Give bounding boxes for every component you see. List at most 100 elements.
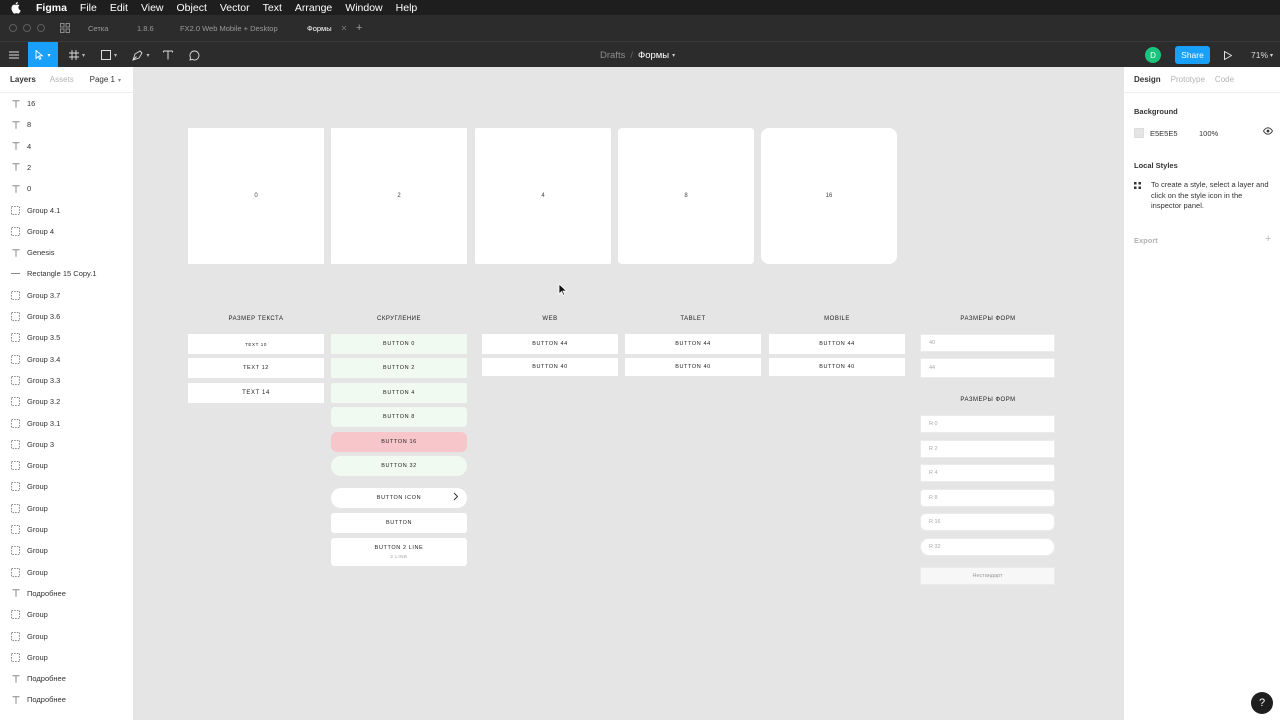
layer-row[interactable]: Group 3 (0, 434, 134, 455)
radius-frame-4[interactable]: 4 (475, 128, 611, 264)
menu-vector[interactable]: Vector (220, 2, 250, 14)
text-tool-button[interactable] (160, 42, 176, 68)
layer-row[interactable]: Group 3.5 (0, 327, 134, 348)
button-radius-0[interactable]: BUTTON 0 (331, 334, 467, 354)
menu-object[interactable]: Object (177, 2, 207, 14)
design-canvas[interactable]: 0 2 4 8 16 РАЗМЕР ТЕКСТА TEXT 10 TEXT 12… (134, 67, 1123, 720)
layer-row[interactable]: Group 3.3 (0, 370, 134, 391)
button-radius-32[interactable]: BUTTON 32 (331, 456, 467, 476)
shape-tool-button[interactable]: ▾ (96, 42, 122, 68)
layer-row[interactable]: Group 4.1 (0, 200, 134, 221)
layer-row[interactable]: Group (0, 626, 134, 647)
breadcrumb-drafts[interactable]: Drafts (600, 50, 625, 61)
menu-app-figma[interactable]: Figma (36, 2, 67, 14)
maximize-window-icon[interactable] (37, 24, 45, 32)
layer-row[interactable]: Group 4 (0, 221, 134, 242)
web-button-40[interactable]: BUTTON 40 (482, 358, 618, 376)
text-sample-14[interactable]: TEXT 14 (188, 383, 324, 403)
tab-formy[interactable]: Формы ✕ (307, 15, 347, 41)
button-plain[interactable]: BUTTON (331, 513, 467, 533)
radius-frame-8[interactable]: 8 (618, 128, 754, 264)
tab-version[interactable]: 1.8.6 (137, 15, 154, 41)
tab-prototype[interactable]: Prototype (1171, 75, 1205, 84)
button-radius-2[interactable]: BUTTON 2 (331, 358, 467, 378)
tab-design[interactable]: Design (1134, 75, 1161, 84)
add-export-icon[interactable]: + (1265, 233, 1271, 245)
form-field-disabled[interactable]: Нестандарт (920, 567, 1055, 585)
layer-row[interactable]: 0 (0, 178, 134, 199)
move-tool-button[interactable]: ▾ (28, 42, 58, 68)
layer-row[interactable]: 16 (0, 93, 134, 114)
tab-setka[interactable]: Сетка (88, 15, 108, 41)
layer-row[interactable]: Group (0, 476, 134, 497)
menu-file[interactable]: File (80, 2, 97, 14)
background-color-swatch[interactable] (1134, 128, 1144, 138)
tablet-button-44[interactable]: BUTTON 44 (625, 334, 761, 354)
layer-row[interactable]: Подробнее (0, 689, 134, 710)
breadcrumb-current-file[interactable]: Формы (638, 50, 669, 61)
form-field-r16[interactable]: R 16 (920, 513, 1055, 531)
help-button[interactable]: ? (1251, 692, 1273, 714)
background-hex-value[interactable]: E5E5E5 (1150, 129, 1178, 138)
layer-row[interactable]: Group (0, 562, 134, 583)
menu-view[interactable]: View (141, 2, 164, 14)
layer-row[interactable]: Rectangle 15 Copy.1 (0, 263, 134, 284)
radius-frame-2[interactable]: 2 (331, 128, 467, 264)
button-radius-4[interactable]: BUTTON 4 (331, 383, 467, 403)
button-radius-8[interactable]: BUTTON 8 (331, 407, 467, 427)
radius-frame-0[interactable]: 0 (188, 128, 324, 264)
layer-row[interactable]: Group (0, 519, 134, 540)
form-field-40[interactable]: 40 (920, 334, 1055, 352)
web-button-44[interactable]: BUTTON 44 (482, 334, 618, 354)
visibility-eye-icon[interactable] (1262, 127, 1274, 137)
menu-text[interactable]: Text (263, 2, 282, 14)
frame-tool-button[interactable]: ▾ (64, 42, 90, 68)
text-sample-10[interactable]: TEXT 10 (188, 334, 324, 354)
button-with-icon[interactable]: BUTTON ICON (331, 488, 467, 508)
radius-frame-16[interactable]: 16 (761, 128, 897, 264)
layer-row[interactable]: Group (0, 498, 134, 519)
zoom-dropdown[interactable]: 71% ▾ (1251, 42, 1273, 68)
form-field-r8[interactable]: R 8 (920, 489, 1055, 507)
form-field-r4[interactable]: R 4 (920, 464, 1055, 482)
layer-row[interactable]: Group 3.4 (0, 349, 134, 370)
layer-row[interactable]: 8 (0, 114, 134, 135)
menu-edit[interactable]: Edit (110, 2, 128, 14)
tab-layers[interactable]: Layers (10, 75, 36, 84)
layer-row[interactable]: Подробнее (0, 668, 134, 689)
layer-row[interactable]: 2 (0, 157, 134, 178)
layer-row[interactable]: 4 (0, 136, 134, 157)
layer-row[interactable]: Group 3.2 (0, 391, 134, 412)
form-field-r0[interactable]: R 0 (920, 415, 1055, 433)
user-avatar[interactable]: D (1145, 47, 1161, 63)
layer-row[interactable]: Group (0, 455, 134, 476)
pen-tool-button[interactable]: ▾ (128, 42, 154, 68)
layer-row[interactable]: Group (0, 647, 134, 668)
form-field-r2[interactable]: R 2 (920, 440, 1055, 458)
menu-arrange[interactable]: Arrange (295, 2, 332, 14)
add-tab-icon[interactable]: + (356, 15, 362, 41)
minimize-window-icon[interactable] (23, 24, 31, 32)
mobile-button-44[interactable]: BUTTON 44 (769, 334, 905, 354)
present-button[interactable] (1220, 42, 1236, 68)
comment-tool-button[interactable] (186, 42, 202, 68)
background-opacity-value[interactable]: 100% (1199, 129, 1218, 138)
layer-row[interactable]: Group 3.7 (0, 285, 134, 306)
button-radius-16[interactable]: BUTTON 16 (331, 432, 467, 452)
share-button[interactable]: Share (1175, 46, 1210, 64)
close-tab-icon[interactable]: ✕ (341, 24, 348, 33)
mobile-button-40[interactable]: BUTTON 40 (769, 358, 905, 376)
close-window-icon[interactable] (9, 24, 17, 32)
menu-help[interactable]: Help (396, 2, 418, 14)
apple-icon[interactable] (11, 1, 25, 14)
menu-window[interactable]: Window (345, 2, 382, 14)
layer-row[interactable]: Group 3.1 (0, 413, 134, 434)
button-two-line[interactable]: BUTTON 2 LINE 2 LINE (331, 538, 467, 566)
tab-assets[interactable]: Assets (50, 75, 74, 84)
layer-row[interactable]: Genesis (0, 242, 134, 263)
home-grid-icon[interactable] (60, 15, 70, 41)
tab-code[interactable]: Code (1215, 75, 1234, 84)
background-fill-row[interactable]: E5E5E5 100% (1134, 127, 1274, 139)
tab-fx2[interactable]: FX2.0 Web Mobile + Desktop (180, 15, 278, 41)
form-field-44[interactable]: 44 (920, 358, 1055, 378)
